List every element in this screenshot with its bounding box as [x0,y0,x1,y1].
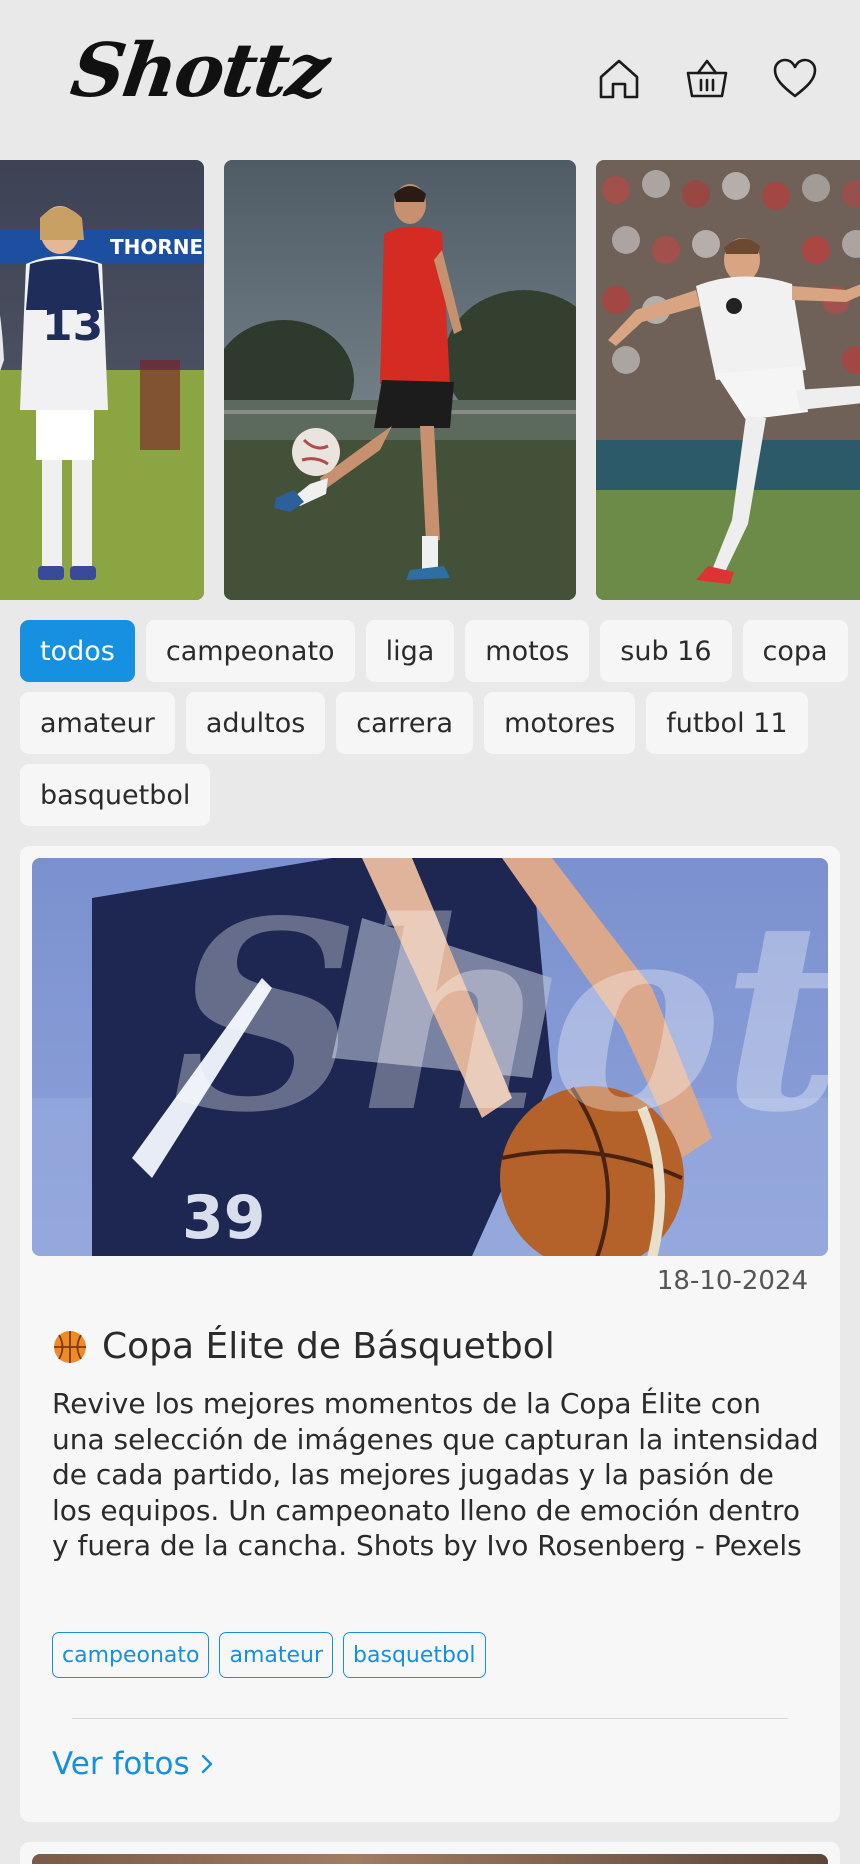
event-date: 18-10-2024 [656,1266,808,1296]
event-cover-image-next[interactable] [32,1854,828,1864]
filter-chip-todos[interactable]: todos [20,620,135,682]
event-card: 39 Shottz 18-10-2024 Copa Élite de Básqu… [20,846,840,1822]
filter-chip-amateur[interactable]: amateur [20,692,175,754]
view-photos-label: Ver fotos [52,1746,190,1782]
filter-chip-carrera[interactable]: carrera [336,692,474,754]
filter-chip-motos[interactable]: motos [465,620,590,682]
svg-text:Shottz: Shottz [172,865,828,1170]
event-card-next[interactable] [20,1842,840,1864]
filter-chip-adultos[interactable]: adultos [185,692,326,754]
app-header: Shottz [0,0,860,160]
filter-chip-liga[interactable]: liga [365,620,455,682]
filter-chip-copa[interactable]: copa [742,620,848,682]
event-tag-campeonato[interactable]: campeonato [52,1632,210,1678]
svg-text:THORNE: THORNE [110,235,203,259]
event-title: Copa Élite de Básquetbol [52,1326,812,1367]
filter-chip-motores[interactable]: motores [484,692,636,754]
category-filters: todos campeonato liga motos sub 16 copa … [20,620,850,826]
home-icon[interactable] [596,56,642,102]
carousel-slide-juggling[interactable] [224,160,576,600]
carousel-slide-kick[interactable] [596,160,860,600]
event-tag-amateur[interactable]: amateur [219,1632,334,1678]
basketball-icon [54,1330,86,1363]
app-logo[interactable]: Shottz [66,28,333,114]
svg-text:13: 13 [42,300,103,351]
event-tags: campeonato amateur basquetbol [52,1632,486,1678]
filter-chip-sub-16[interactable]: sub 16 [600,620,732,682]
filter-chip-campeonato[interactable]: campeonato [145,620,355,682]
card-divider [72,1718,788,1719]
event-title-text: Copa Élite de Básquetbol [102,1326,555,1367]
filter-chip-futbol-11[interactable]: futbol 11 [646,692,808,754]
event-description: Revive los mejores momentos de la Copa É… [52,1387,819,1562]
chevron-right-icon [201,1754,212,1774]
carousel-slide-celebration[interactable]: THORNE 13 [0,160,204,600]
heart-icon[interactable] [772,56,818,102]
basket-icon[interactable] [684,56,730,102]
photo-carousel[interactable]: THORNE 13 [0,160,860,600]
view-photos-link[interactable]: Ver fotos [52,1746,216,1782]
event-cover-image[interactable]: 39 Shottz [32,858,828,1256]
filter-chip-basquetbol[interactable]: basquetbol [20,764,211,826]
event-tag-basquetbol[interactable]: basquetbol [343,1632,486,1678]
svg-text:39: 39 [182,1183,266,1253]
